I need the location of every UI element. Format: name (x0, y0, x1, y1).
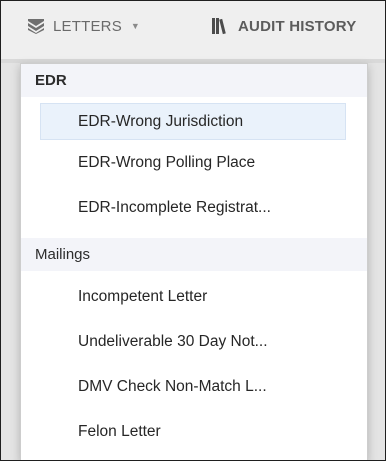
menu-item-incompetent-letter[interactable]: Incompetent Letter (21, 277, 367, 317)
menu-item-edr-wrong-jurisdiction[interactable]: EDR-Wrong Jurisdiction (40, 103, 346, 140)
menu-item-edr-incomplete-registration[interactable]: EDR-Incomplete Registrat... (21, 188, 367, 228)
menu-item-undeliverable-30-day-notice[interactable]: Undeliverable 30 Day Not... (21, 322, 367, 362)
letters-menu-label: LETTERS (53, 17, 122, 35)
menu-item-dmv-check-non-match-letter[interactable]: DMV Check Non-Match L... (21, 367, 367, 407)
caret-down-icon: ▼ (130, 21, 141, 31)
section-header-mailings: Mailings (21, 238, 367, 271)
letters-dropdown-menu: EDR EDR-Wrong Jurisdiction EDR-Wrong Pol… (20, 63, 368, 460)
audit-history-button[interactable]: AUDIT HISTORY (211, 13, 356, 39)
audit-history-label: AUDIT HISTORY (238, 17, 357, 35)
menu-item-felon-letter[interactable]: Felon Letter (21, 412, 367, 452)
menu-item-edr-wrong-polling-place[interactable]: EDR-Wrong Polling Place (21, 143, 367, 183)
envelope-stack-icon (26, 18, 46, 34)
letters-menu-button[interactable]: LETTERS ▼ (26, 13, 140, 39)
section-header-edr: EDR (21, 64, 367, 97)
books-icon (211, 17, 231, 35)
app-frame: LETTERS ▼ AUDIT HISTORY EDR EDR-Wrong Ju… (0, 0, 386, 461)
toolbar: LETTERS ▼ AUDIT HISTORY (1, 1, 385, 59)
